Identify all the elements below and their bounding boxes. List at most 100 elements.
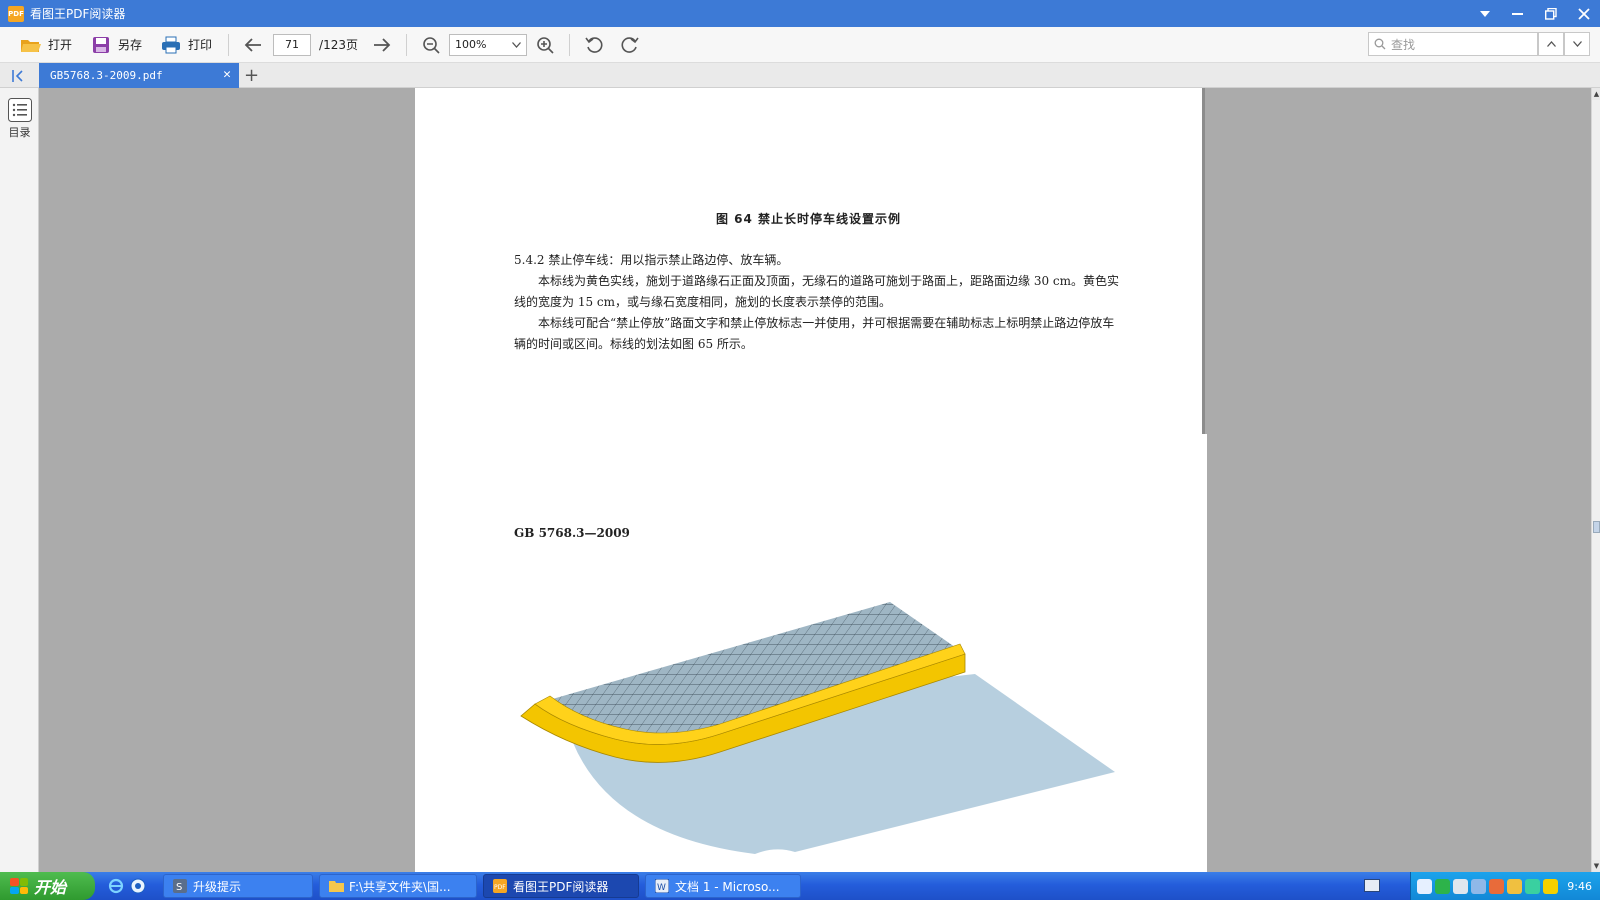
- task-upgrade-notice[interactable]: S 升级提示: [163, 874, 313, 898]
- app-tray-icon[interactable]: [1489, 878, 1504, 894]
- print-button[interactable]: 打印: [154, 30, 218, 60]
- task-label: 文档 1 - Microso...: [675, 879, 780, 894]
- svg-text:S: S: [176, 882, 182, 893]
- next-page-button[interactable]: [368, 31, 396, 59]
- task-label: 升级提示: [193, 879, 242, 894]
- toolbar: 打开 另存 打印 71 /123页 100% 查找: [0, 27, 1600, 63]
- close-window-button[interactable]: [1567, 0, 1600, 27]
- search-input[interactable]: 查找: [1368, 32, 1538, 56]
- list-icon: [7, 98, 32, 122]
- task-explorer[interactable]: F:\共享文件夹\国...: [319, 874, 477, 898]
- save-as-button[interactable]: 另存: [84, 30, 148, 60]
- tab-bar: GB5768.3-2009.pdf ✕ +: [0, 63, 1600, 88]
- toc-button[interactable]: 目录: [6, 98, 33, 144]
- open-button[interactable]: 打开: [14, 30, 78, 60]
- search-icon: [1374, 38, 1386, 50]
- scroll-thumb[interactable]: [1593, 521, 1600, 533]
- arrow-left-icon: [244, 37, 262, 52]
- ie-icon[interactable]: [107, 877, 125, 895]
- paragraph: 本标线可配合“禁止停放”路面文字和禁止停放标志一并使用，并可根据需要在辅助标志上…: [514, 316, 1115, 351]
- left-panel: 目录: [0, 88, 39, 872]
- pdf-app-icon: PDF: [492, 878, 508, 894]
- page-number-input[interactable]: 71: [273, 33, 312, 56]
- zoom-in-icon: [537, 36, 554, 54]
- tab-document[interactable]: GB5768.3-2009.pdf ✕: [39, 63, 239, 88]
- menu-dropdown-icon[interactable]: [1468, 0, 1501, 27]
- chevron-down-icon: [1572, 41, 1582, 47]
- sidebar-toggle-button[interactable]: [8, 67, 30, 85]
- curb-illustration: [520, 602, 1115, 854]
- toc-label: 目录: [8, 126, 31, 139]
- system-tray: 9:46: [1410, 872, 1600, 900]
- toolbar-divider: [569, 33, 570, 56]
- browser-icon[interactable]: [129, 877, 147, 895]
- scroll-up-icon[interactable]: ▲: [1592, 88, 1600, 100]
- save-icon: [90, 35, 112, 55]
- zoom-out-button[interactable]: [417, 31, 445, 59]
- page-total: /123页: [319, 38, 358, 52]
- prev-page-button[interactable]: [239, 31, 267, 59]
- svg-text:PDF: PDF: [494, 884, 506, 891]
- security-icon[interactable]: [1435, 878, 1450, 894]
- user-icon[interactable]: [1507, 878, 1522, 894]
- search-next-button[interactable]: [1564, 32, 1590, 56]
- vertical-scrollbar[interactable]: ▲ ▼: [1591, 88, 1600, 872]
- minimize-button[interactable]: [1501, 0, 1534, 27]
- zoom-out-icon: [423, 36, 440, 54]
- keyboard-icon[interactable]: [1364, 879, 1380, 892]
- section-heading: 5.4.2 禁止停车线：用以指示禁止路边停、放车辆。: [514, 253, 789, 267]
- word-icon: W: [654, 878, 670, 894]
- antivirus-icon[interactable]: [1525, 878, 1540, 894]
- rotate-left-icon: [585, 36, 603, 53]
- quick-launch: [107, 877, 151, 895]
- title-bar: PDF 看图王PDF阅读器: [0, 0, 1600, 27]
- network-icon[interactable]: [1453, 878, 1468, 894]
- zoom-in-button[interactable]: [531, 31, 559, 59]
- restore-button[interactable]: [1534, 0, 1567, 27]
- printer-icon: [160, 35, 182, 55]
- folder-icon: [328, 878, 344, 894]
- status-icon[interactable]: [1543, 878, 1558, 894]
- new-tab-button[interactable]: +: [244, 65, 259, 86]
- scroll-down-icon[interactable]: ▼: [1592, 860, 1600, 872]
- tab-close-icon[interactable]: ✕: [223, 67, 231, 82]
- clock[interactable]: 9:46: [1567, 880, 1592, 893]
- zoom-select[interactable]: 100%: [449, 33, 527, 56]
- paragraph: 本标线为黄色实线，施划于道路缘石正面及顶面，无缘石的道路可施划于路面上，距路面边…: [514, 274, 1120, 309]
- shield-icon[interactable]: [1417, 878, 1432, 894]
- app-logo-icon: PDF: [8, 5, 24, 22]
- rotate-left-button[interactable]: [580, 31, 608, 59]
- toolbar-divider: [228, 33, 230, 56]
- toolbar-divider: [406, 33, 407, 56]
- chevron-down-icon: [512, 41, 521, 48]
- document-viewer[interactable]: 图 64 禁止长时停车线设置示例 5.4.2 禁止停车线：用以指示禁止路边停、放…: [39, 88, 1591, 872]
- svg-text:W: W: [657, 883, 666, 893]
- collapse-left-icon: [12, 70, 23, 82]
- start-button[interactable]: 开始: [0, 872, 95, 900]
- task-word[interactable]: W 文档 1 - Microso...: [645, 874, 801, 898]
- search-prev-button[interactable]: [1538, 32, 1564, 56]
- window-title: 看图王PDF阅读器: [30, 7, 126, 21]
- arrow-right-icon: [374, 37, 391, 52]
- print-label: 打印: [188, 38, 213, 52]
- search-placeholder: 查找: [1391, 37, 1416, 52]
- rotate-right-button[interactable]: [616, 31, 644, 59]
- display-icon[interactable]: [1471, 878, 1486, 894]
- rotate-right-icon: [621, 36, 639, 53]
- zoom-value: 100%: [455, 38, 487, 51]
- chevron-up-icon: [1546, 41, 1556, 47]
- task-label: F:\共享文件夹\国...: [349, 879, 451, 894]
- windows-logo-icon: [10, 878, 28, 894]
- task-label: 看图王PDF阅读器: [513, 879, 609, 894]
- figure-caption: 图 64 禁止长时停车线设置示例: [715, 212, 902, 226]
- start-label: 开始: [34, 878, 67, 897]
- window-controls: [1468, 0, 1600, 27]
- save-as-label: 另存: [118, 38, 143, 52]
- taskbar: 开始 S 升级提示 F:\共享文件夹\国... PDF 看图王PDF阅读器 W …: [0, 872, 1600, 900]
- app-icon: S: [172, 878, 188, 894]
- folder-open-icon: [20, 35, 42, 55]
- open-label: 打开: [48, 38, 73, 52]
- tab-label: GB5768.3-2009.pdf: [50, 69, 163, 82]
- task-pdf-reader[interactable]: PDF 看图王PDF阅读器: [483, 874, 639, 898]
- pdf-page-66: GB 5768.3—2009: [415, 434, 1207, 872]
